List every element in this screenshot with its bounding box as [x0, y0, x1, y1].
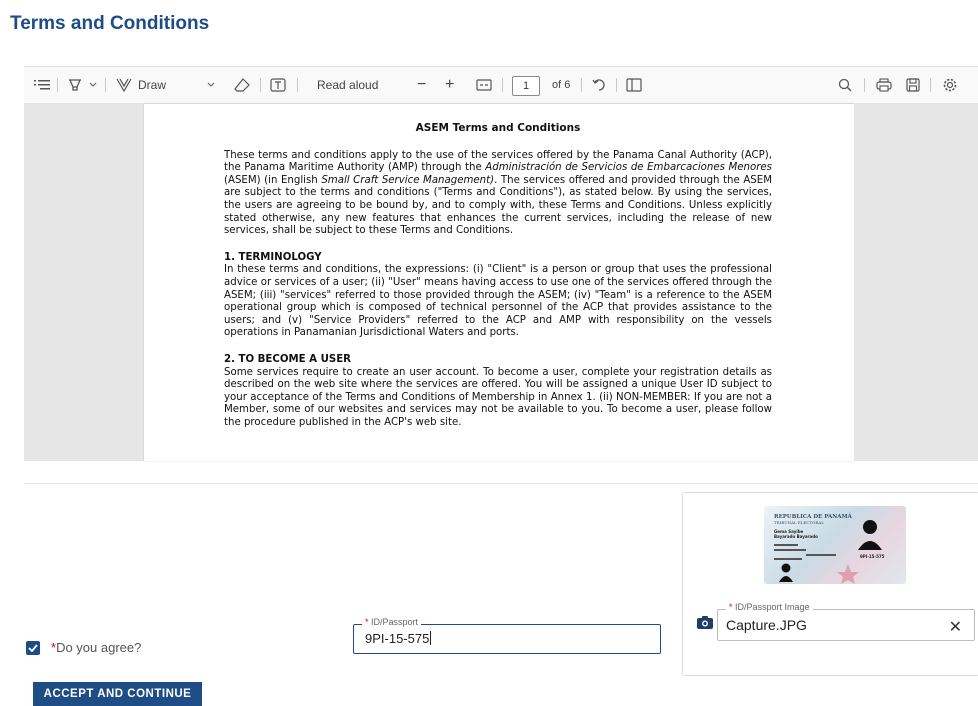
camera-icon[interactable]: [697, 615, 713, 634]
fit-page-icon[interactable]: [476, 67, 492, 103]
page-title: Terms and Conditions: [10, 13, 210, 34]
svg-text:TRIBUNAL ELECTORAL: TRIBUNAL ELECTORAL: [774, 520, 824, 525]
contents-icon[interactable]: [34, 67, 50, 103]
section-heading: 1. TERMINOLOGY: [224, 251, 322, 263]
page-count: of 6: [552, 79, 571, 91]
id-image-field[interactable]: * ID/Passport Image Capture.JPG ✕: [717, 602, 975, 641]
page-number-input[interactable]: 1: [512, 76, 540, 96]
draw-icon[interactable]: [116, 67, 132, 103]
zoom-out-button[interactable]: −: [417, 67, 426, 103]
pdf-toolbar: Draw Read aloud − + 1 of 6: [24, 67, 978, 104]
intro-paragraph: These terms and conditions apply to the …: [224, 149, 772, 237]
text-icon[interactable]: [270, 67, 286, 103]
pdf-viewer: Draw Read aloud − + 1 of 6 ASEM Terms an…: [24, 66, 978, 461]
id-passport-input[interactable]: 9PI-15-575: [365, 631, 432, 646]
read-aloud-button[interactable]: Read aloud: [317, 67, 378, 103]
section-body: In these terms and conditions, the expre…: [224, 264, 772, 339]
id-image-filename: Capture.JPG: [726, 617, 807, 633]
divider: [24, 483, 978, 484]
eraser-icon[interactable]: [234, 67, 250, 103]
svg-text:Bayarado Bayarado: Bayarado Bayarado: [774, 534, 818, 539]
id-passport-field-label: * ID/Passport: [362, 617, 422, 627]
section-body: Some services require to create an user …: [224, 366, 772, 428]
pdf-content: ASEM Terms and Conditions These terms an…: [224, 122, 772, 429]
print-icon[interactable]: [876, 67, 892, 103]
svg-text:REPUBLICA DE PANAMÁ: REPUBLICA DE PANAMÁ: [774, 513, 853, 520]
viewer-gutter-right[interactable]: [854, 104, 978, 461]
id-passport-field[interactable]: * ID/Passport 9PI-15-575: [353, 617, 661, 654]
accept-and-continue-button[interactable]: ACCEPT AND CONTINUE: [33, 682, 202, 706]
agree-checkbox-row[interactable]: * Do you agree?: [26, 640, 141, 655]
chevron-down-icon[interactable]: [89, 67, 97, 103]
zoom-in-button[interactable]: +: [445, 67, 454, 103]
id-image-field-label: * ID/Passport Image: [726, 602, 813, 612]
save-icon[interactable]: [906, 67, 920, 103]
rotate-icon[interactable]: [591, 67, 607, 103]
id-card-preview: REPUBLICA DE PANAMÁ TRIBUNAL ELECTORAL G…: [764, 506, 906, 584]
viewer-gutter-left: [24, 104, 144, 461]
agree-label: Do you agree?: [56, 640, 142, 655]
chevron-down-icon[interactable]: [207, 67, 215, 103]
page-view-icon[interactable]: [626, 67, 642, 103]
id-image-upload-card: REPUBLICA DE PANAMÁ TRIBUNAL ELECTORAL G…: [682, 492, 978, 676]
agree-checkbox[interactable]: [26, 640, 40, 655]
highlight-icon[interactable]: [67, 67, 83, 103]
pdf-page[interactable]: ASEM Terms and Conditions These terms an…: [144, 104, 854, 461]
section-heading: 2. TO BECOME A USER: [224, 353, 352, 365]
search-icon[interactable]: [838, 67, 852, 103]
document-title: ASEM Terms and Conditions: [415, 122, 581, 134]
draw-label[interactable]: Draw: [138, 67, 166, 103]
settings-icon[interactable]: [942, 67, 958, 103]
clear-icon[interactable]: ✕: [949, 617, 962, 637]
svg-text:9PI-15-575: 9PI-15-575: [860, 554, 885, 559]
